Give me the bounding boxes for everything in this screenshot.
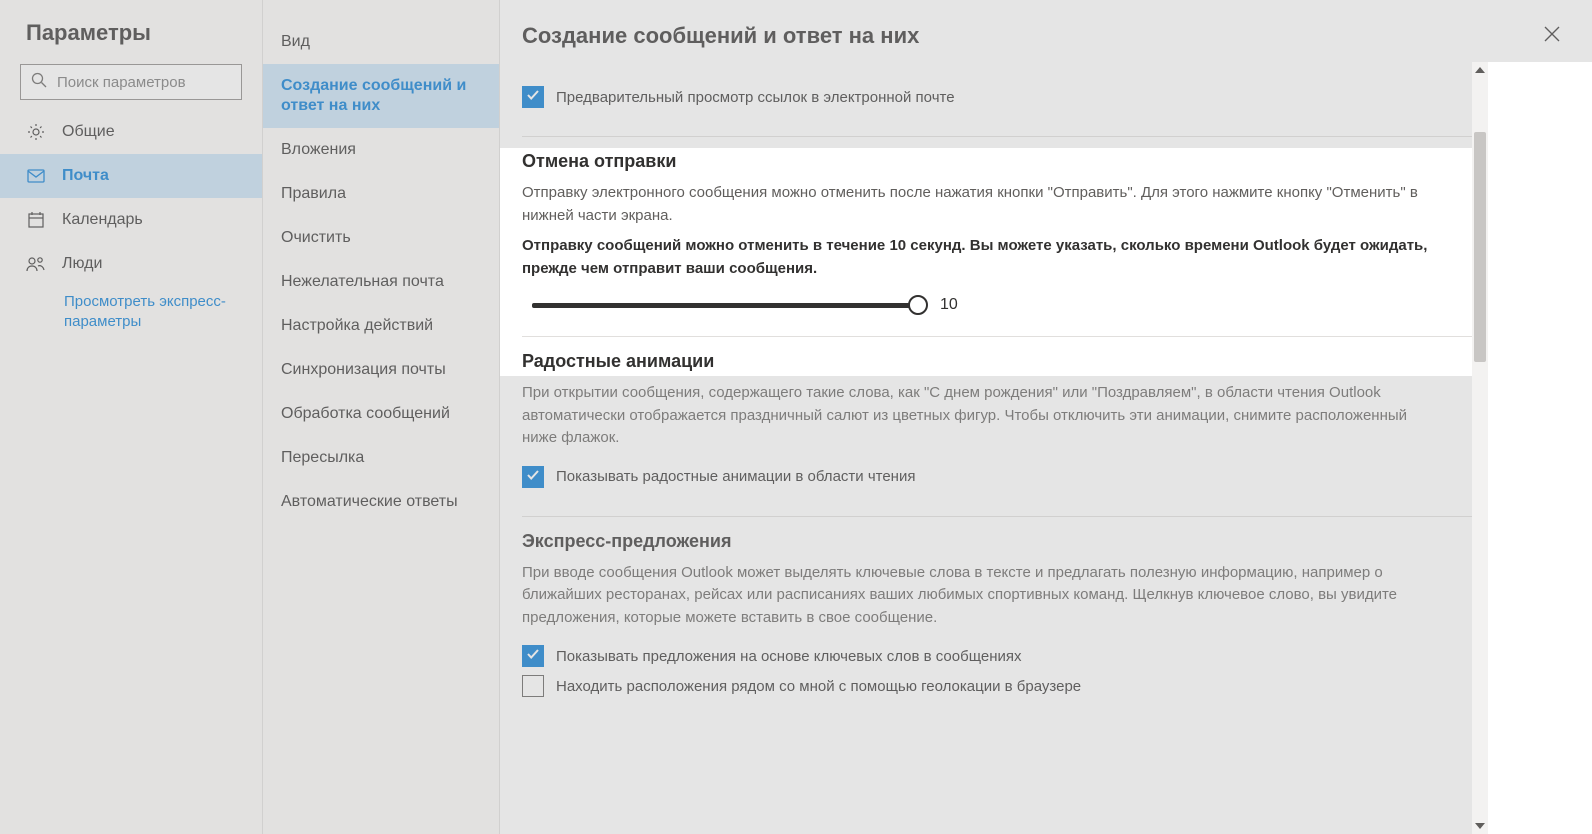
- suggestions-title: Экспресс-предложения: [522, 531, 1472, 552]
- check-icon: [526, 88, 540, 106]
- settings-title: Параметры: [0, 0, 262, 64]
- subnav-layout[interactable]: Вид: [263, 20, 499, 64]
- settings-detail-panel: Создание сообщений и ответ на них: [500, 0, 1592, 834]
- keyword-suggestions-label: Показывать предложения на основе ключевы…: [556, 648, 1022, 665]
- check-icon: [526, 468, 540, 486]
- nav-label: Календарь: [62, 211, 143, 229]
- subnav-junk[interactable]: Нежелательная почта: [263, 260, 499, 304]
- subnav-sync[interactable]: Синхронизация почты: [263, 348, 499, 392]
- undo-send-bold-description: Отправку сообщений можно отменить в тече…: [522, 235, 1442, 280]
- subnav-compose-reply[interactable]: Создание сообщений и ответ на них: [263, 64, 499, 128]
- subnav-forwarding[interactable]: Пересылка: [263, 436, 499, 480]
- geolocation-label: Находить расположения рядом со мной с по…: [556, 678, 1081, 695]
- subnav-automatic-replies[interactable]: Автоматические ответы: [263, 480, 499, 524]
- settings-category-panel: Параметры Общие Почта Календарь Люди Про…: [0, 0, 263, 834]
- mail-icon: [26, 166, 46, 186]
- subnav-message-handling[interactable]: Обработка сообщений: [263, 392, 499, 436]
- nav-label: Общие: [62, 123, 115, 141]
- joyful-description: При открытии сообщения, содержащего таки…: [522, 382, 1442, 450]
- undo-send-value: 10: [940, 296, 958, 314]
- view-quick-settings-link[interactable]: Просмотреть экспресс-параметры: [0, 286, 262, 331]
- page-title: Создание сообщений и ответ на них: [522, 23, 919, 49]
- nav-people[interactable]: Люди: [0, 242, 262, 286]
- undo-send-description: Отправку электронного сообщения можно от…: [522, 182, 1442, 227]
- people-icon: [26, 254, 46, 274]
- close-button[interactable]: [1538, 20, 1566, 52]
- keyword-suggestions-checkbox[interactable]: [522, 645, 544, 667]
- close-icon: [1544, 29, 1560, 46]
- gear-icon: [26, 122, 46, 142]
- subnav-sweep[interactable]: Очистить: [263, 216, 499, 260]
- suggestions-section: Экспресс-предложения При вводе сообщения…: [522, 517, 1472, 726]
- check-icon: [526, 647, 540, 665]
- subnav-rules[interactable]: Правила: [263, 172, 499, 216]
- joyful-title: Радостные анимации: [522, 351, 1472, 372]
- undo-send-title: Отмена отправки: [522, 151, 1472, 172]
- settings-subcategory-panel: Вид Создание сообщений и ответ на них Вл…: [263, 0, 500, 834]
- joyful-animations-section: Радостные анимации При открытии сообщени…: [522, 337, 1472, 516]
- search-input[interactable]: [57, 74, 231, 91]
- suggestions-description: При вводе сообщения Outlook может выделя…: [522, 562, 1442, 630]
- joyful-checkbox[interactable]: [522, 466, 544, 488]
- calendar-icon: [26, 210, 46, 230]
- undo-send-slider[interactable]: [532, 303, 918, 308]
- slider-thumb[interactable]: [908, 295, 928, 315]
- subnav-attachments[interactable]: Вложения: [263, 128, 499, 172]
- joyful-checkbox-label: Показывать радостные анимации в области …: [556, 468, 915, 485]
- geolocation-checkbox[interactable]: [522, 675, 544, 697]
- nav-mail[interactable]: Почта: [0, 154, 262, 198]
- link-preview-label: Предварительный просмотр ссылок в электр…: [556, 89, 955, 106]
- nav-calendar[interactable]: Календарь: [0, 198, 262, 242]
- nav-label: Почта: [62, 167, 109, 185]
- subnav-customize-actions[interactable]: Настройка действий: [263, 304, 499, 348]
- search-icon: [31, 72, 47, 92]
- link-preview-checkbox[interactable]: [522, 86, 544, 108]
- undo-send-section: Отмена отправки Отправку электронного со…: [522, 137, 1472, 336]
- nav-label: Люди: [62, 255, 102, 273]
- settings-content-scroll[interactable]: Предварительный просмотр ссылок в электр…: [500, 62, 1592, 834]
- settings-search-box[interactable]: [20, 64, 242, 100]
- nav-general[interactable]: Общие: [0, 110, 262, 154]
